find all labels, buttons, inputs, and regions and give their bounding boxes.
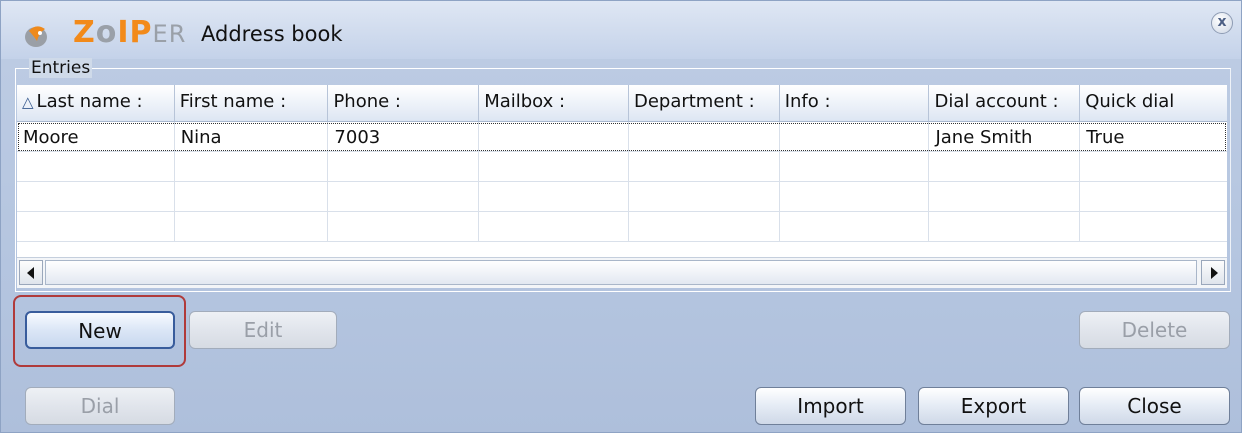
column-header-dial-account[interactable]: Dial account : <box>929 85 1081 121</box>
table-row[interactable]: Moore Nina 7003 Jane Smith True <box>17 122 1227 152</box>
cell-first-name[interactable]: Nina <box>175 122 329 151</box>
entries-group-label: Entries <box>29 58 93 78</box>
column-header-first-name[interactable]: First name : <box>175 85 329 121</box>
window-title: Address book <box>201 22 343 46</box>
sort-ascending-icon: △ <box>22 93 34 111</box>
arrow-left-icon <box>27 267 34 279</box>
arrow-right-icon <box>1211 267 1218 279</box>
import-button[interactable]: Import <box>755 387 906 425</box>
cell-info[interactable] <box>780 122 930 151</box>
table-header: △ Last name : First name : Phone : Mailbo… <box>17 85 1227 122</box>
entries-table[interactable]: △ Last name : First name : Phone : Mailbo… <box>17 85 1227 257</box>
delete-button[interactable]: Delete <box>1079 311 1230 349</box>
empty-table-row <box>17 212 1227 242</box>
scrollbar-thumb[interactable] <box>45 260 1197 285</box>
new-button[interactable]: New <box>25 311 175 349</box>
empty-table-row <box>17 152 1227 182</box>
scroll-right-button[interactable] <box>1201 260 1225 285</box>
edit-button[interactable]: Edit <box>189 311 337 349</box>
cell-quick-dial[interactable]: True <box>1080 122 1227 151</box>
scroll-left-button[interactable] <box>19 260 43 285</box>
cell-last-name[interactable]: Moore <box>17 122 175 151</box>
column-header-phone[interactable]: Phone : <box>328 85 480 121</box>
column-header-mailbox[interactable]: Mailbox : <box>479 85 629 121</box>
cell-department[interactable] <box>629 122 780 151</box>
column-header-department[interactable]: Department : <box>629 85 780 121</box>
empty-table-row <box>17 182 1227 212</box>
cell-mailbox[interactable] <box>479 122 629 151</box>
cell-phone[interactable]: 7003 <box>328 122 480 151</box>
column-header-last-name[interactable]: △ Last name : <box>17 85 175 121</box>
export-button[interactable]: Export <box>918 387 1069 425</box>
title-bar[interactable]: ZoIPER Address book x <box>1 1 1241 59</box>
address-book-window: ZoIPER Address book x Entries △ Last name… <box>0 0 1242 433</box>
close-icon[interactable]: x <box>1211 12 1233 34</box>
close-button[interactable]: Close <box>1079 387 1230 425</box>
horizontal-scrollbar[interactable] <box>17 257 1227 288</box>
dial-button[interactable]: Dial <box>25 387 175 425</box>
brand-logo: ZoIPER <box>73 15 187 50</box>
zoiper-bird-icon <box>25 26 47 47</box>
column-header-quick-dial[interactable]: Quick dial <box>1080 85 1227 121</box>
column-header-info[interactable]: Info : <box>780 85 930 121</box>
cell-dial-account[interactable]: Jane Smith <box>929 122 1081 151</box>
